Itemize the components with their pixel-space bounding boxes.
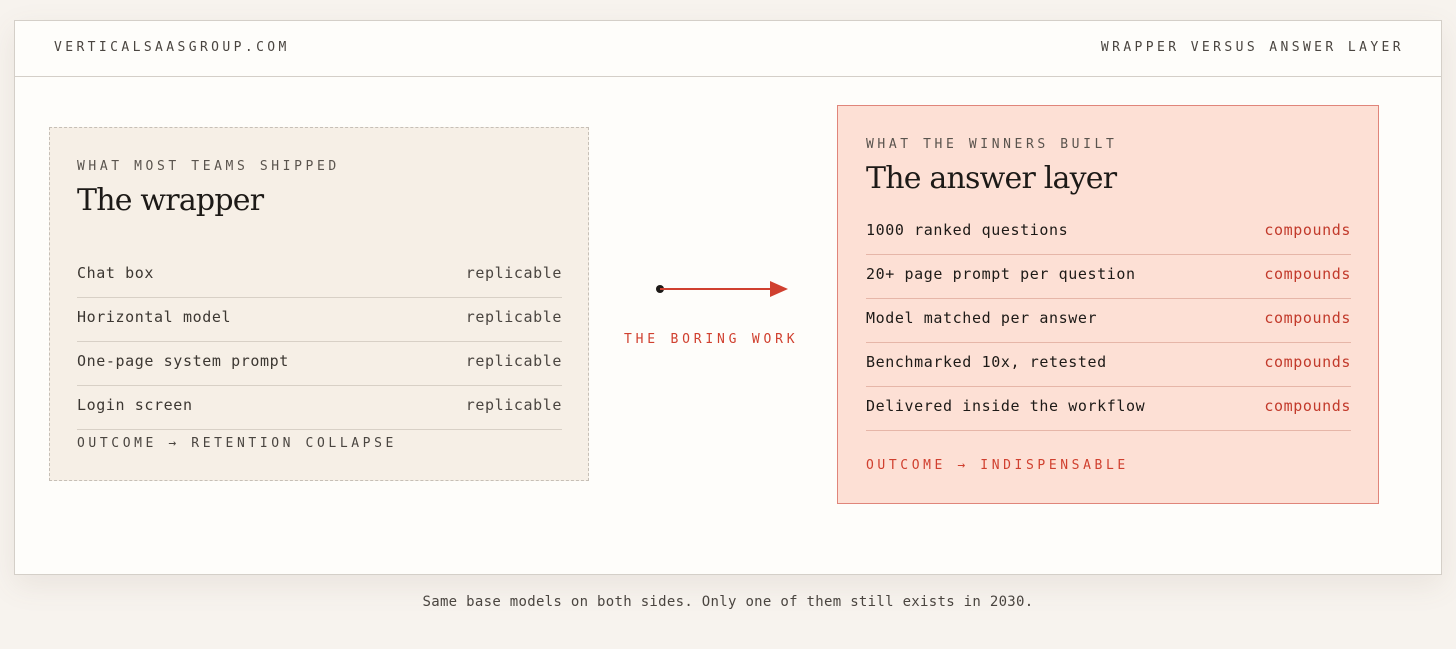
wrapper-row: Horizontal model replicable	[77, 298, 562, 342]
row-label: Benchmarked 10x, retested	[866, 353, 1107, 371]
row-label: 1000 ranked questions	[866, 221, 1069, 239]
answer-row: Benchmarked 10x, retested compounds	[866, 343, 1351, 387]
header-bar: VERTICALSAASGROUP.COM WRAPPER VERSUS ANS…	[15, 21, 1441, 77]
wrapper-list: Chat box replicable Horizontal model rep…	[77, 254, 562, 430]
caption: Same base models on both sides. Only one…	[422, 594, 1034, 610]
row-label: 20+ page prompt per question	[866, 265, 1136, 283]
answer-layer-panel: WHAT THE WINNERS BUILT The answer layer …	[837, 105, 1379, 504]
arrowhead-icon	[770, 281, 788, 297]
row-value: replicable	[465, 396, 562, 414]
wrapper-panel: WHAT MOST TEAMS SHIPPED The wrapper Chat…	[49, 127, 589, 481]
row-value: compounds	[1264, 221, 1351, 239]
connector-label: THE BORING WORK	[624, 332, 799, 347]
row-label: Delivered inside the workflow	[866, 397, 1146, 415]
row-label: Chat box	[77, 264, 155, 282]
row-value: replicable	[465, 264, 562, 282]
row-value: compounds	[1264, 353, 1351, 371]
row-label: Login screen	[77, 396, 193, 414]
answer-row: 1000 ranked questions compounds	[866, 211, 1351, 255]
row-value: replicable	[465, 308, 562, 326]
wrapper-row: Chat box replicable	[77, 254, 562, 298]
header-title: WRAPPER VERSUS ANSWER LAYER	[1100, 40, 1404, 55]
answer-layer-kicker: WHAT THE WINNERS BUILT	[866, 137, 1118, 152]
answer-layer-list: 1000 ranked questions compounds 20+ page…	[866, 211, 1351, 431]
row-value: compounds	[1264, 265, 1351, 283]
answer-row: Delivered inside the workflow compounds	[866, 387, 1351, 431]
answer-row: Model matched per answer compounds	[866, 299, 1351, 343]
row-value: compounds	[1264, 397, 1351, 415]
brand-label: VERTICALSAASGROUP.COM	[54, 40, 290, 55]
wrapper-title: The wrapper	[77, 183, 264, 218]
row-value: replicable	[465, 352, 562, 370]
row-label: One-page system prompt	[77, 352, 289, 370]
answer-layer-title: The answer layer	[866, 161, 1117, 196]
answer-layer-outcome: OUTCOME → INDISPENSABLE	[866, 458, 1129, 473]
wrapper-outcome: OUTCOME → RETENTION COLLAPSE	[77, 436, 397, 451]
wrapper-row: Login screen replicable	[77, 386, 562, 430]
row-label: Horizontal model	[77, 308, 232, 326]
row-label: Model matched per answer	[866, 309, 1098, 327]
wrapper-kicker: WHAT MOST TEAMS SHIPPED	[77, 159, 340, 174]
wrapper-row: One-page system prompt replicable	[77, 342, 562, 386]
answer-row: 20+ page prompt per question compounds	[866, 255, 1351, 299]
row-value: compounds	[1264, 309, 1351, 327]
connector-arrow	[656, 281, 788, 297]
